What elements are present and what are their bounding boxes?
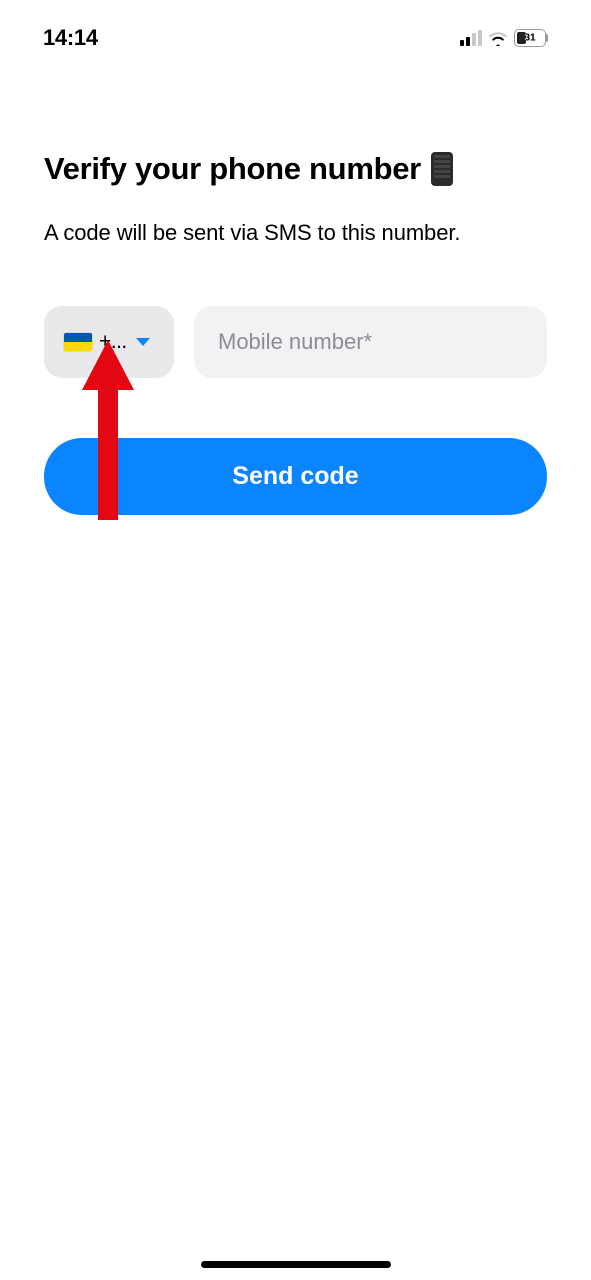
- phone-input-row: +...: [44, 306, 547, 378]
- home-indicator: [201, 1261, 391, 1268]
- status-indicators: 31: [460, 29, 548, 47]
- battery-level: 31: [515, 33, 545, 44]
- country-code-label: +...: [99, 330, 127, 354]
- cellular-signal-icon: [460, 30, 482, 46]
- send-code-button[interactable]: Send code: [44, 438, 547, 515]
- chevron-down-icon: [136, 338, 150, 346]
- battery-icon: 31: [514, 29, 548, 47]
- page-subtitle: A code will be sent via SMS to this numb…: [44, 220, 547, 246]
- status-bar: 14:14 31: [0, 0, 591, 58]
- status-time: 14:14: [43, 25, 98, 51]
- phone-icon: [431, 152, 453, 186]
- wifi-icon: [488, 30, 508, 46]
- country-code-selector[interactable]: +...: [44, 306, 174, 378]
- page-title: Verify your phone number: [44, 151, 547, 187]
- mobile-number-input[interactable]: [194, 306, 547, 378]
- ukraine-flag-icon: [64, 333, 92, 351]
- page-title-text: Verify your phone number: [44, 151, 421, 187]
